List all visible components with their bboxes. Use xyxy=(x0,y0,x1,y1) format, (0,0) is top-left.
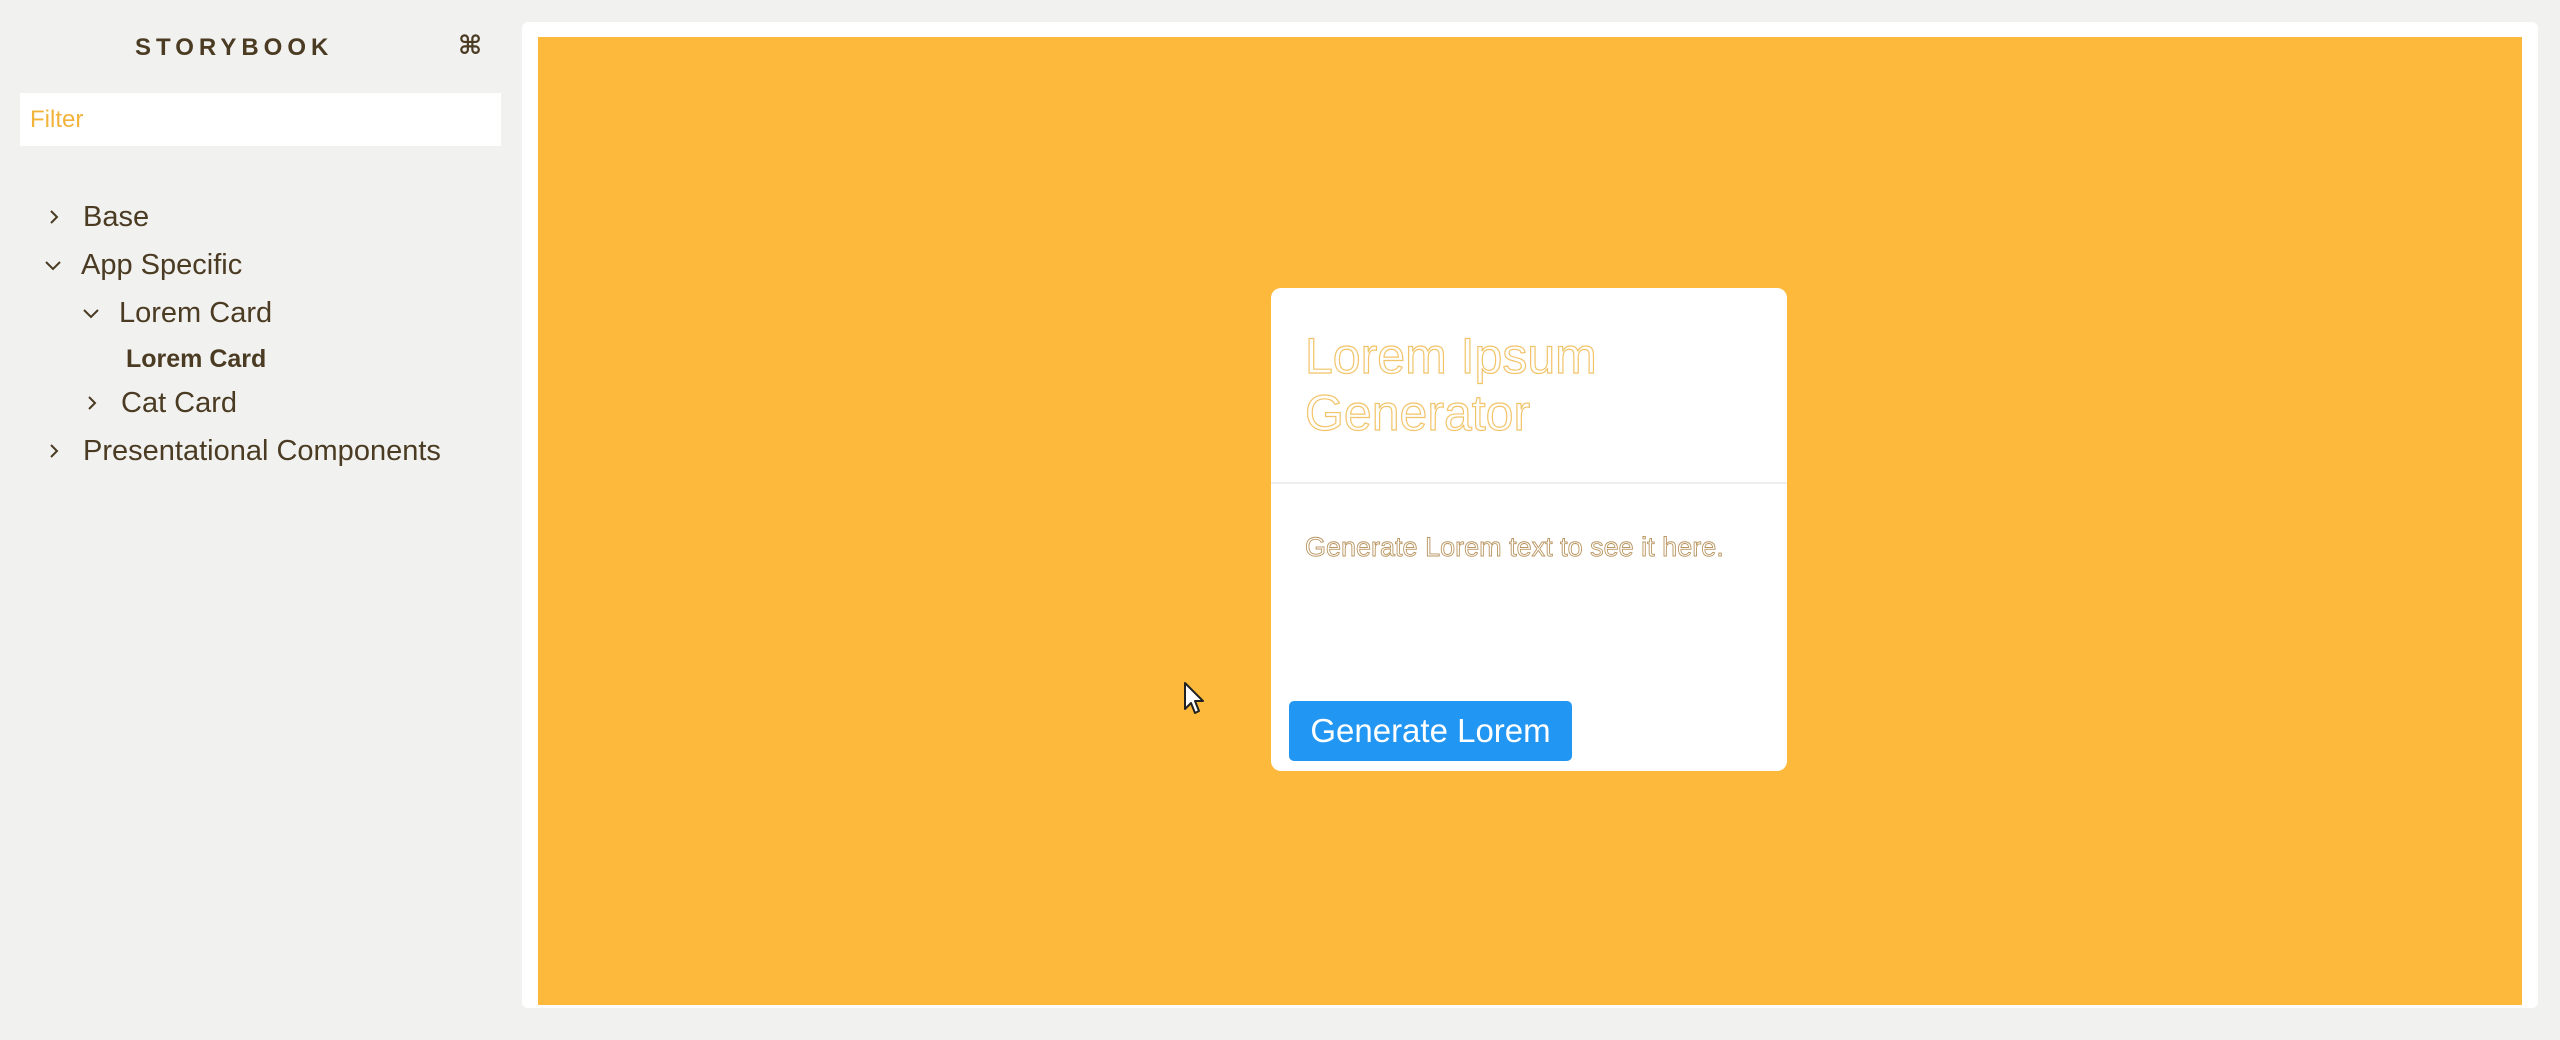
mouse-cursor-icon xyxy=(1184,682,1204,714)
tree-item-label: Base xyxy=(83,200,150,233)
tree-item-app-specific[interactable]: App Specific xyxy=(45,245,242,285)
tree-item-label: Lorem Card xyxy=(119,296,273,329)
story-label: Lorem Card xyxy=(126,344,267,373)
storybook-brand[interactable]: STORYBOOK xyxy=(135,34,333,62)
generate-lorem-button[interactable]: Generate Lorem xyxy=(1289,701,1572,761)
sidebar: STORYBOOK ⌘ Base App Specific Lorem xyxy=(0,0,520,1040)
tree-item-lorem-card-group[interactable]: Lorem Card xyxy=(83,293,272,333)
storybook-app: STORYBOOK ⌘ Base App Specific Lorem xyxy=(0,0,2560,1040)
card-title: Lorem Ipsum Generator xyxy=(1304,327,1597,441)
chevron-right-icon xyxy=(85,396,99,410)
shortcuts-icon[interactable]: ⌘ xyxy=(458,30,482,61)
tree-item-cat-card[interactable]: Cat Card xyxy=(85,383,237,423)
lorem-card: Lorem Ipsum Generator Generate Lorem tex… xyxy=(1271,288,1787,771)
card-body-text: Generate Lorem text to see it here. xyxy=(1305,532,1725,563)
chevron-down-icon xyxy=(83,306,99,320)
tree-item-label: Cat Card xyxy=(121,386,238,419)
chevron-right-icon xyxy=(47,444,61,458)
filter-input[interactable] xyxy=(20,93,501,146)
tree-item-label: App Specific xyxy=(81,248,243,281)
chevron-right-icon xyxy=(47,210,61,224)
tree-item-presentational-components[interactable]: Presentational Components xyxy=(47,431,441,471)
chevron-down-icon xyxy=(45,258,61,272)
story-lorem-card[interactable]: Lorem Card xyxy=(126,339,266,379)
card-divider xyxy=(1271,482,1787,484)
tree-item-label: Presentational Components xyxy=(83,434,441,467)
tree-item-base[interactable]: Base xyxy=(47,197,149,237)
